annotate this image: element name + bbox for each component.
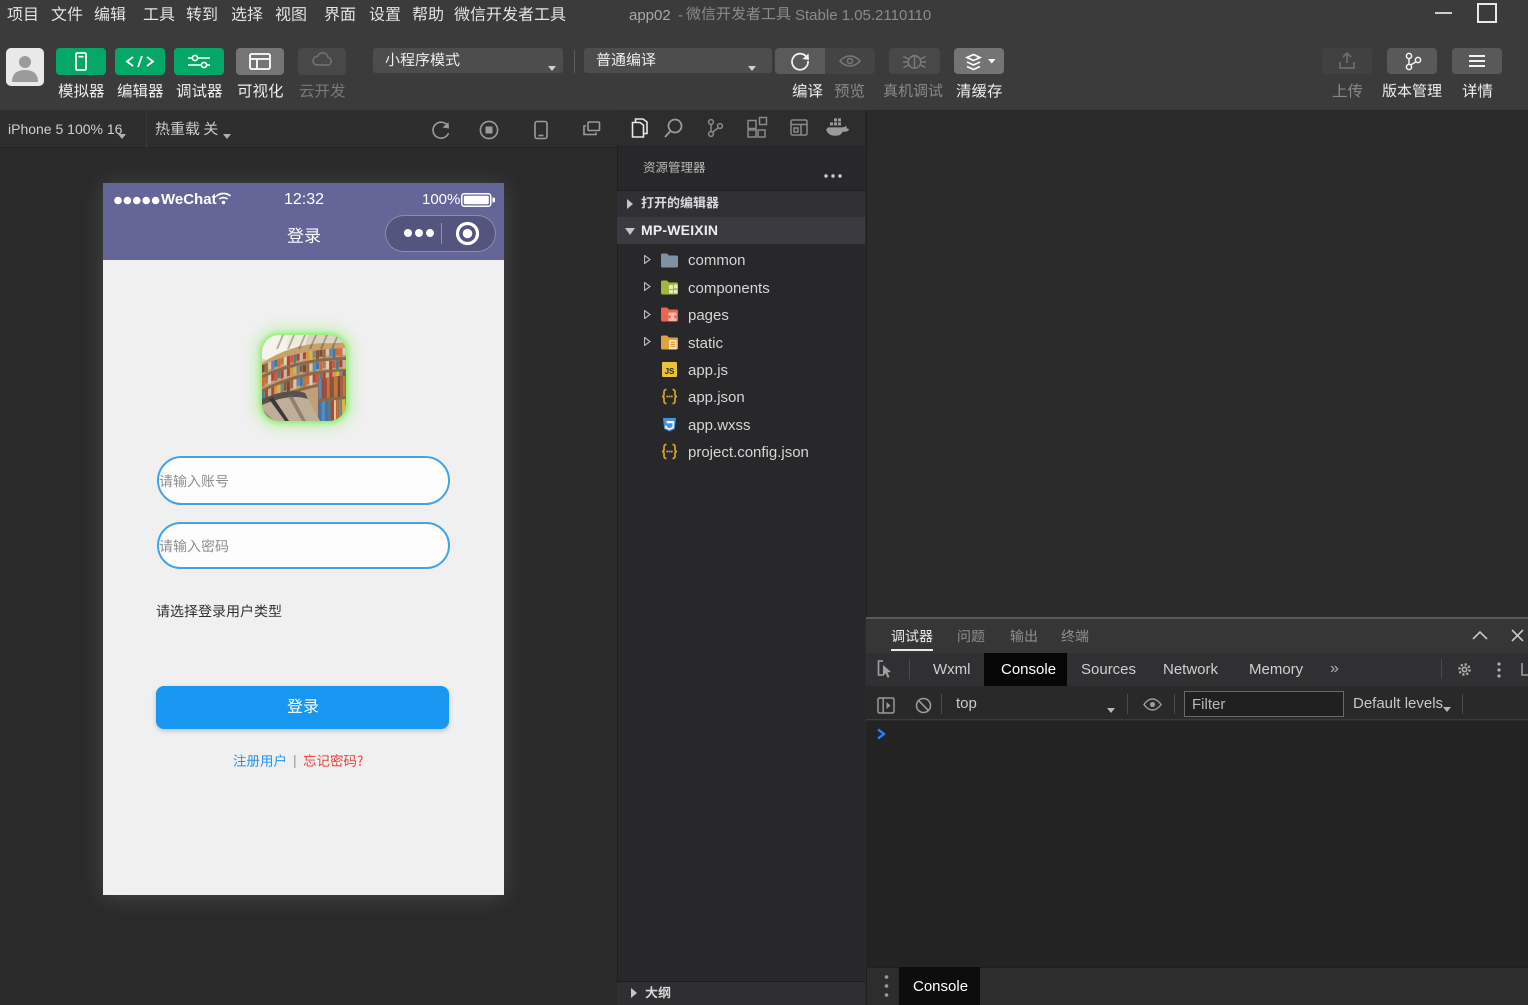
svg-text:JS: JS (665, 367, 675, 376)
